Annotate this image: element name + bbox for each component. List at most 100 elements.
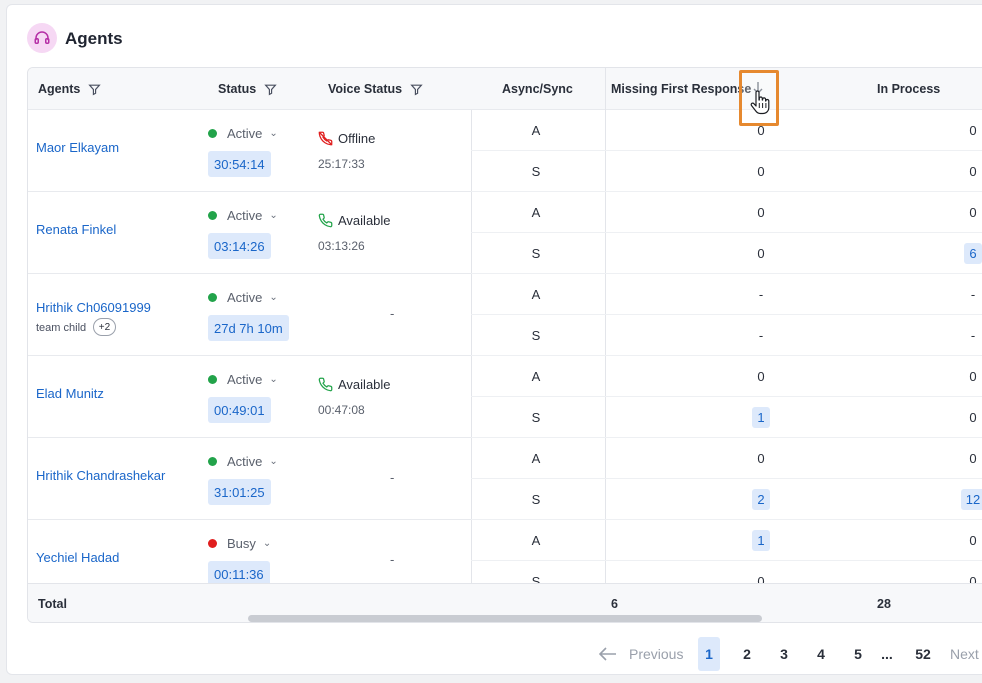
status-label: Busy	[227, 536, 256, 551]
agent-name-link[interactable]: Elad Munitz	[36, 386, 104, 401]
table-row: S 0 0	[471, 151, 982, 192]
async-sync-cell: S	[531, 409, 541, 425]
team-label: team child	[36, 322, 87, 334]
missing-first-response-value[interactable]: 1	[752, 406, 770, 428]
in-process-cell: 0	[943, 520, 982, 560]
total-missing-first-response: 6	[611, 597, 618, 611]
missing-first-response-cell: -	[731, 315, 791, 355]
filter-icon[interactable]	[410, 83, 423, 96]
phone-icon	[318, 213, 333, 228]
table-row: A 1 0	[471, 520, 982, 561]
page-button-52[interactable]: 52	[912, 637, 934, 671]
agents-card: Agents Agents Status Voice Status Async/…	[6, 4, 982, 675]
voice-status-time: 03:13:26	[318, 239, 365, 253]
voice-status-empty: -	[390, 470, 395, 485]
chevron-down-icon: ⌄	[269, 210, 278, 221]
table-header: Agents Status Voice Status Async/Sync Mi…	[28, 68, 982, 110]
in-process-cell: 12	[943, 479, 982, 519]
async-sync-cell: S	[531, 491, 541, 507]
table-row: S 2 12	[471, 479, 982, 520]
filter-icon[interactable]	[264, 83, 277, 96]
table-row: S--	[471, 315, 982, 356]
status-dot	[208, 293, 217, 302]
table-row: A00	[471, 110, 982, 151]
voice-status: Available	[318, 213, 391, 228]
status-label: Active	[227, 126, 263, 141]
missing-first-response-value[interactable]: 1	[752, 529, 770, 551]
chevron-down-icon: ⌄	[269, 128, 278, 139]
horizontal-scrollbar[interactable]	[248, 615, 762, 622]
column-label: Status	[218, 82, 257, 96]
previous-page-button[interactable]: Previous	[599, 637, 683, 671]
missing-first-response-cell: 0	[731, 438, 791, 478]
total-label: Total	[38, 597, 67, 611]
status-timer[interactable]: 00:49:01	[208, 397, 271, 423]
status-timer[interactable]: 31:01:25	[208, 479, 271, 505]
status-dropdown[interactable]: Active ⌄	[208, 454, 278, 469]
in-process-value: 0	[969, 122, 977, 138]
status-timer[interactable]: 03:14:26	[208, 233, 271, 259]
next-page-button[interactable]: Next	[950, 637, 979, 671]
in-process-value[interactable]: 6	[964, 242, 982, 264]
async-sync-cell: S	[531, 163, 541, 179]
voice-status-label: Offline	[338, 131, 376, 146]
missing-first-response-cell: 1	[731, 520, 791, 560]
phone-icon	[318, 377, 333, 392]
status-timer[interactable]: 30:54:14	[208, 151, 271, 177]
page-button-2[interactable]: 2	[740, 637, 754, 671]
agent-name-link[interactable]: Renata Finkel	[36, 222, 116, 237]
voice-status: Offline	[318, 131, 375, 146]
status-dropdown[interactable]: Active ⌄	[208, 126, 278, 141]
status-dot	[208, 375, 217, 384]
missing-first-response-value: -	[758, 286, 764, 302]
agent-name-link[interactable]: Hrithik Ch06091999	[36, 300, 151, 315]
column-header-in-process[interactable]: In Process	[877, 68, 940, 110]
status-timer[interactable]: 27d 7h 10m	[208, 315, 289, 341]
in-process-value[interactable]: 12	[960, 488, 982, 510]
agent-name-link[interactable]: Hrithik Chandrashekar	[36, 468, 165, 483]
in-process-value: 0	[969, 450, 977, 466]
agent-name-link[interactable]: Maor Elkayam	[36, 140, 119, 155]
missing-first-response-cell: 2	[731, 479, 791, 519]
voice-status-empty: -	[390, 552, 395, 567]
status-dropdown[interactable]: Active ⌄	[208, 372, 278, 387]
async-sync-cell: S	[531, 245, 541, 261]
page-button-1[interactable]: 1	[698, 637, 720, 671]
team-more-badge[interactable]: +2	[93, 318, 116, 336]
in-process-cell: -	[943, 315, 982, 355]
filter-icon[interactable]	[88, 83, 102, 96]
column-header-agents[interactable]: Agents	[38, 68, 102, 110]
column-header-async-sync[interactable]: Async/Sync	[502, 68, 573, 110]
voice-status: Available	[318, 377, 391, 392]
column-header-status[interactable]: Status	[218, 68, 277, 110]
column-label: Voice Status	[328, 82, 403, 96]
in-process-value: 0	[969, 163, 977, 179]
in-process-cell: -	[943, 274, 982, 314]
missing-first-response-cell: 1	[731, 397, 791, 437]
in-process-value: 0	[969, 368, 977, 384]
status-dot	[208, 457, 217, 466]
sort-button[interactable]	[739, 70, 779, 126]
missing-first-response-cell: 0	[731, 151, 791, 191]
page-button-5[interactable]: 5	[851, 637, 865, 671]
table-row: S 1 0	[471, 397, 982, 438]
missing-first-response-cell: 0	[731, 192, 791, 232]
voice-status-time: 25:17:33	[318, 157, 365, 171]
status-dot	[208, 129, 217, 138]
agent-name-link[interactable]: Yechiel Hadad	[36, 550, 119, 565]
page-title: Agents	[65, 29, 123, 48]
page-ellipsis: ...	[881, 646, 893, 662]
status-dropdown[interactable]: Active ⌄	[208, 208, 278, 223]
status-dropdown[interactable]: Busy ⌄	[208, 536, 271, 551]
chevron-down-icon: ⌄	[269, 456, 278, 467]
status-dropdown[interactable]: Active ⌄	[208, 290, 278, 305]
chevron-down-icon: ⌄	[269, 374, 278, 385]
missing-first-response-value: 0	[757, 245, 765, 261]
column-header-missing-first-response[interactable]: Missing First Response	[611, 68, 751, 110]
page-button-3[interactable]: 3	[777, 637, 791, 671]
column-header-voice-status[interactable]: Voice Status	[328, 68, 423, 110]
missing-first-response-value[interactable]: 2	[752, 488, 770, 510]
page-button-4[interactable]: 4	[814, 637, 828, 671]
missing-first-response-value: -	[758, 327, 764, 343]
column-label: Missing First Response	[611, 82, 752, 96]
